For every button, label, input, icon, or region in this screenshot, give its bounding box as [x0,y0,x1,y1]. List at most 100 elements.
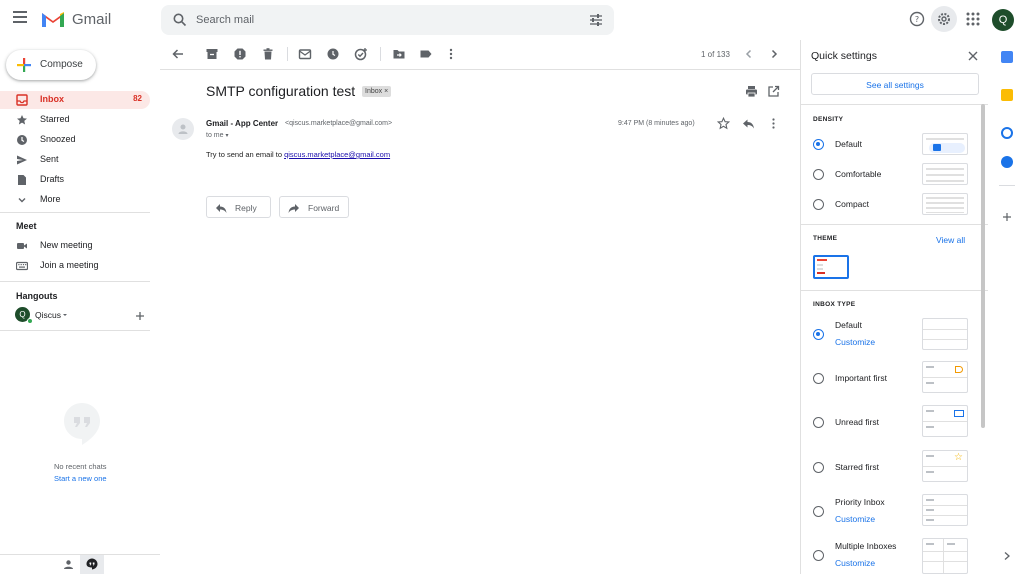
delete-icon[interactable] [261,47,275,61]
add-icon[interactable] [135,311,145,321]
more-vert-icon[interactable] [767,117,780,130]
hangouts-user-name[interactable]: Qiscus [35,310,61,320]
apps-grid-icon[interactable] [963,9,983,29]
app-name: Gmail [72,11,112,28]
inbox-multiple-label[interactable]: Multiple Inboxes [835,541,896,551]
email-link[interactable]: qiscus.marketplace@gmail.com [284,150,390,159]
density-default-label[interactable]: Default [835,139,862,149]
sender-avatar[interactable] [172,118,194,140]
inbox-priority-label[interactable]: Priority Inbox [835,497,885,507]
main-menu-icon[interactable] [13,11,31,27]
video-camera-icon [17,243,27,249]
density-default-radio[interactable] [813,139,824,150]
inbox-unread-first-label[interactable]: Unread first [835,417,879,427]
inbox-unread-first-radio[interactable] [813,417,824,428]
gear-icon[interactable] [936,11,952,27]
tasks-icon[interactable] [1001,127,1013,139]
caret-down-icon[interactable]: ▾ [225,133,228,139]
inbox-important-first-preview[interactable] [922,361,968,393]
keyboard-icon [16,261,28,271]
print-icon[interactable] [745,85,758,98]
compose-button[interactable]: Compose [6,50,96,80]
search-icon[interactable] [173,13,187,27]
density-default-preview[interactable] [922,133,968,155]
add-to-tasks-icon[interactable] [354,47,368,61]
search-options-icon[interactable] [589,13,603,27]
caret-down-icon[interactable] [62,312,68,318]
hangouts-icon[interactable] [86,558,98,570]
open-in-new-window-icon[interactable] [767,85,780,98]
plus-icon [17,58,31,72]
density-comfortable-label[interactable]: Comfortable [835,169,881,179]
theme-view-all-link[interactable]: View all [936,235,965,245]
inbox-priority-preview[interactable] [922,494,968,526]
inbox-important-first-radio[interactable] [813,373,824,384]
sidebar-item-starred[interactable]: Starred [0,111,150,129]
divider [0,212,150,213]
sidebar-item-snoozed[interactable]: Snoozed [0,131,150,149]
keep-icon[interactable] [1001,89,1013,101]
inbox-default-label[interactable]: Default [835,320,862,330]
gmail-logo[interactable] [40,9,66,29]
inbox-multiple-customize-link[interactable]: Customize [835,558,875,568]
sidebar-item-more[interactable]: More [0,191,150,209]
sidebar-item-sent[interactable]: Sent [0,151,150,169]
more-vert-icon[interactable] [444,47,458,61]
report-spam-icon[interactable] [233,47,247,61]
calendar-icon[interactable] [1001,51,1013,63]
density-compact-preview[interactable] [922,193,968,215]
new-meeting-link[interactable]: New meeting [0,237,150,255]
inbox-default-preview[interactable] [922,318,968,350]
snooze-icon[interactable] [326,47,340,61]
email-body-text: Try to send an email to [206,150,285,159]
inbox-multiple-radio[interactable] [813,550,824,561]
inbox-default-radio[interactable] [813,329,824,340]
density-comfortable-preview[interactable] [922,163,968,185]
inbox-starred-first-preview[interactable]: ☆ [922,450,968,482]
star-outline-icon[interactable] [717,117,730,130]
sender-name[interactable]: Gmail - App Center [206,119,278,128]
density-compact-label[interactable]: Compact [835,199,869,209]
theme-preview-thumbnail[interactable] [813,255,849,279]
inbox-multiple-preview[interactable] [922,538,968,574]
recipient-details[interactable]: to me ▾ [206,132,228,139]
help-icon[interactable]: ? [907,9,927,29]
density-compact-radio[interactable] [813,199,824,210]
inbox-priority-radio[interactable] [813,506,824,517]
move-to-icon[interactable] [392,47,406,61]
sidebar-item-drafts[interactable]: Drafts [0,171,150,189]
search-bar[interactable]: Search mail [161,5,614,35]
archive-icon[interactable] [205,47,219,61]
search-input[interactable]: Search mail [196,14,254,26]
account-avatar[interactable]: Q [992,9,1014,31]
inbox-starred-first-label[interactable]: Starred first [835,462,879,472]
chevron-left-icon[interactable] [742,47,756,61]
reply-icon[interactable] [742,117,755,130]
contacts-icon[interactable] [1001,156,1013,168]
label-icon[interactable] [419,47,433,61]
chevron-right-icon[interactable] [767,47,781,61]
add-icon[interactable] [1002,212,1012,222]
mark-unread-icon[interactable] [298,47,312,61]
forward-button[interactable]: Forward [279,196,349,218]
density-comfortable-radio[interactable] [813,169,824,180]
sidebar-item-inbox[interactable]: Inbox 82 [0,91,150,109]
inbox-label-chip[interactable]: Inbox × [362,86,392,97]
reply-button[interactable]: Reply [206,196,271,218]
see-all-settings-button[interactable]: See all settings [811,73,979,95]
start-chat-link[interactable]: Start a new one [54,474,107,483]
settings-button[interactable] [931,6,957,32]
chevron-right-icon[interactable] [1003,551,1011,561]
quick-settings-scrollbar[interactable] [981,104,985,428]
inbox-default-customize-link[interactable]: Customize [835,337,875,347]
person-icon[interactable] [63,559,74,570]
inbox-unread-first-preview[interactable] [922,405,968,437]
inbox-priority-customize-link[interactable]: Customize [835,514,875,524]
remove-label-icon[interactable]: × [384,88,388,95]
close-icon[interactable] [967,50,979,62]
inbox-starred-first-radio[interactable] [813,462,824,473]
join-meeting-link[interactable]: Join a meeting [0,257,150,275]
forward-icon [288,204,299,213]
back-arrow-icon[interactable] [171,47,185,61]
inbox-important-first-label[interactable]: Important first [835,373,887,383]
